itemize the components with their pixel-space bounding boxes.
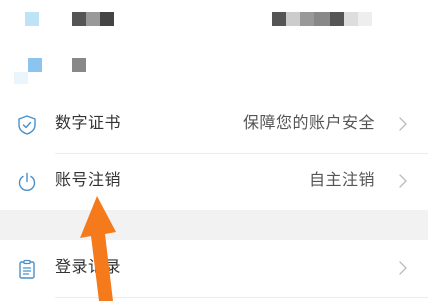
orange-pointer-arrow-icon [80, 196, 116, 301]
